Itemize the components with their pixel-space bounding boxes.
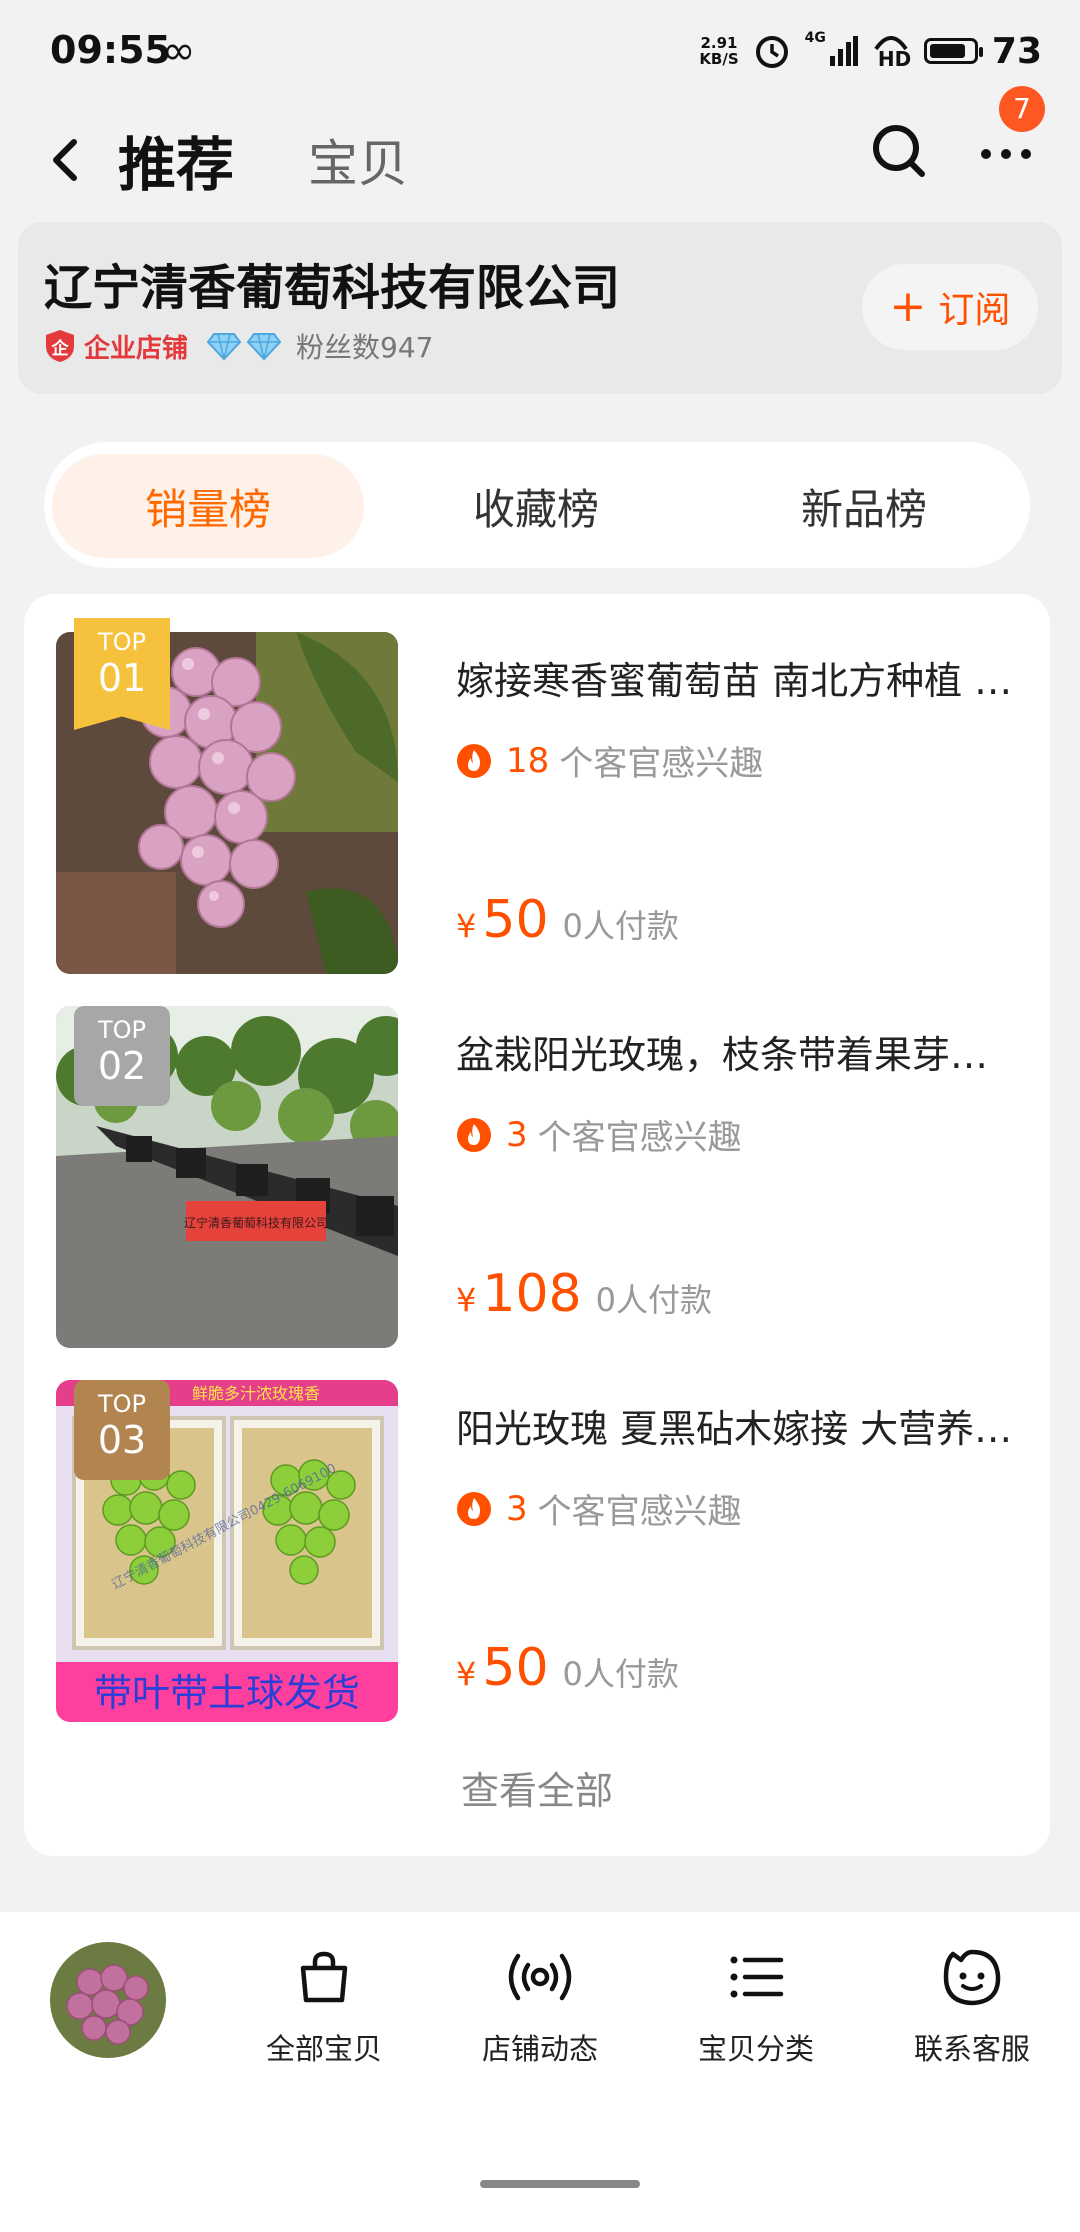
- infinity-icon: ∞: [162, 28, 196, 74]
- product-image-banner-bottom: 带叶带土球发货: [94, 1671, 360, 1715]
- nav-label: 店铺动态: [481, 2032, 598, 2066]
- currency-symbol: ¥: [456, 1281, 477, 1319]
- interest-info: 3 个客官感兴趣: [456, 1484, 742, 1533]
- diamond-icon: [246, 333, 282, 361]
- fans-count: 粉丝数947: [296, 331, 434, 364]
- interest-label: 个客官感兴趣: [537, 1118, 742, 1158]
- nav-store-news[interactable]: 店铺动态: [450, 1946, 630, 2068]
- product-price: 50: [482, 1638, 549, 1698]
- rank-number: 01: [97, 656, 147, 700]
- price-row: ¥ 108 0人付款: [456, 1264, 712, 1324]
- status-bar: 09:55 ∞ 2.91 KB/S 4G HD 73: [0, 0, 1080, 110]
- interest-count: 3: [506, 1114, 528, 1155]
- diamond-icon: [206, 333, 242, 361]
- product-item[interactable]: TOP 01 嫁接寒香蜜葡萄苗 南北方种植 果树苗 盆栽地栽 18 个客官感兴趣…: [56, 618, 1018, 974]
- top-label: TOP: [97, 628, 147, 656]
- product-title[interactable]: 盆栽阳光玫瑰，枝条带着果芽，当年结果: [456, 1024, 1016, 1079]
- interest-label: 个客官感兴趣: [537, 1492, 742, 1532]
- rank-number: 03: [97, 1418, 147, 1462]
- fire-icon: [457, 1117, 491, 1152]
- nav-label: 宝贝分类: [697, 2032, 814, 2066]
- product-title[interactable]: 嫁接寒香蜜葡萄苗 南北方种植 果树苗 盆栽地栽: [456, 650, 1016, 705]
- price-row: ¥ 50 0人付款: [456, 890, 679, 950]
- nav-label: 联系客服: [913, 2032, 1030, 2066]
- nav-bar: 推荐 宝贝 7: [0, 86, 1080, 220]
- tab-new-rank[interactable]: 新品榜: [708, 454, 1020, 558]
- product-item[interactable]: 鲜脆多汁浓玫瑰香 辽宁清香葡萄科技有限公司0429-6069100 带叶带土球发…: [56, 1380, 1018, 1722]
- store-meta: 企 企业店铺 粉丝数947: [44, 326, 433, 366]
- interest-count: 3: [506, 1488, 528, 1529]
- search-icon[interactable]: [868, 120, 928, 180]
- shopping-bag-icon: [300, 1951, 348, 2003]
- status-time: 09:55: [50, 28, 171, 72]
- fire-icon: [457, 743, 491, 778]
- broadcast-icon: [508, 1953, 572, 2001]
- top-rank-badge: TOP 01: [74, 618, 170, 730]
- fire-icon: [457, 1491, 491, 1526]
- price-row: ¥ 50 0人付款: [456, 1638, 679, 1698]
- network-type-label: 4G: [804, 30, 826, 46]
- hd-label: HD: [877, 47, 912, 71]
- top-rank-badge: TOP 02: [74, 1006, 170, 1106]
- alarm-icon: [755, 36, 788, 68]
- tab-favorites-rank[interactable]: 收藏榜: [380, 454, 692, 558]
- nav-categories[interactable]: 宝贝分类: [666, 1946, 846, 2068]
- top-label: TOP: [97, 1390, 147, 1418]
- notification-badge: 7: [999, 86, 1045, 132]
- currency-symbol: ¥: [456, 1655, 477, 1693]
- currency-symbol: ¥: [456, 907, 477, 945]
- network-speed-unit: KB/S: [699, 50, 739, 68]
- back-arrow-icon[interactable]: [40, 130, 90, 190]
- battery-icon: [923, 38, 983, 64]
- store-avatar[interactable]: [50, 1942, 166, 2058]
- top-rank-badge: TOP 03: [74, 1380, 170, 1480]
- product-list: TOP 01 嫁接寒香蜜葡萄苗 南北方种植 果树苗 盆栽地栽 18 个客官感兴趣…: [24, 594, 1050, 1856]
- service-face-icon: [943, 1949, 1001, 2006]
- enterprise-shield-icon: 企: [44, 328, 76, 364]
- more-dots-icon[interactable]: [978, 136, 1034, 166]
- interest-info: 18 个客官感兴趣: [456, 736, 763, 785]
- hd-call-icon: HD: [872, 31, 912, 71]
- nav-label: 全部宝贝: [265, 2032, 382, 2066]
- product-price: 108: [482, 1264, 582, 1324]
- nav-customer-service[interactable]: 联系客服: [882, 1946, 1062, 2068]
- paid-count: 0人付款: [562, 1655, 679, 1693]
- product-title[interactable]: 阳光玫瑰 夏黑砧木嫁接 大营养钵苗: [456, 1398, 1016, 1453]
- network-speed: 2.91 KB/S: [699, 35, 738, 67]
- product-price: 50: [482, 890, 549, 950]
- status-icons: 2.91 KB/S 4G HD 73: [699, 26, 1042, 76]
- store-name: 辽宁清香葡萄科技有限公司: [44, 260, 621, 316]
- signal-icon: [829, 36, 858, 66]
- rank-tabs: 销量榜 收藏榜 新品榜: [44, 442, 1030, 568]
- list-icon: [730, 1956, 784, 1998]
- nav-all-items[interactable]: 全部宝贝: [234, 1946, 414, 2068]
- tab-recommend[interactable]: 推荐: [118, 118, 234, 202]
- view-all-link[interactable]: 查看全部: [24, 1760, 1050, 1815]
- battery-level: 73: [991, 30, 1042, 72]
- product-item[interactable]: 辽宁清香葡萄科技有限公司 TOP 02 盆栽阳光玫瑰，枝条带着果芽，当年结果 3…: [56, 1006, 1018, 1348]
- subscribe-button[interactable]: + 订阅: [862, 264, 1038, 350]
- rank-number: 02: [97, 1044, 147, 1088]
- interest-count: 18: [506, 740, 550, 781]
- paid-count: 0人付款: [562, 907, 679, 945]
- shield-label: 企: [51, 339, 69, 359]
- tab-items[interactable]: 宝贝: [308, 124, 408, 196]
- store-card: 辽宁清香葡萄科技有限公司 企 企业店铺 粉丝数947 + 订阅: [18, 222, 1062, 394]
- interest-label: 个客官感兴趣: [559, 744, 764, 784]
- paid-count: 0人付款: [595, 1281, 712, 1319]
- product-image-banner-top: 鲜脆多汁浓玫瑰香: [192, 1384, 320, 1403]
- enterprise-store-label: 企业店铺: [84, 333, 189, 364]
- tab-sales-rank[interactable]: 销量榜: [52, 454, 364, 558]
- plus-icon: +: [889, 281, 927, 332]
- top-label: TOP: [97, 1016, 147, 1044]
- home-indicator[interactable]: [480, 2180, 640, 2188]
- subscribe-label: 订阅: [938, 290, 1011, 331]
- product-image-sign: 辽宁清香葡萄科技有限公司: [184, 1215, 328, 1230]
- interest-info: 3 个客官感兴趣: [456, 1110, 742, 1159]
